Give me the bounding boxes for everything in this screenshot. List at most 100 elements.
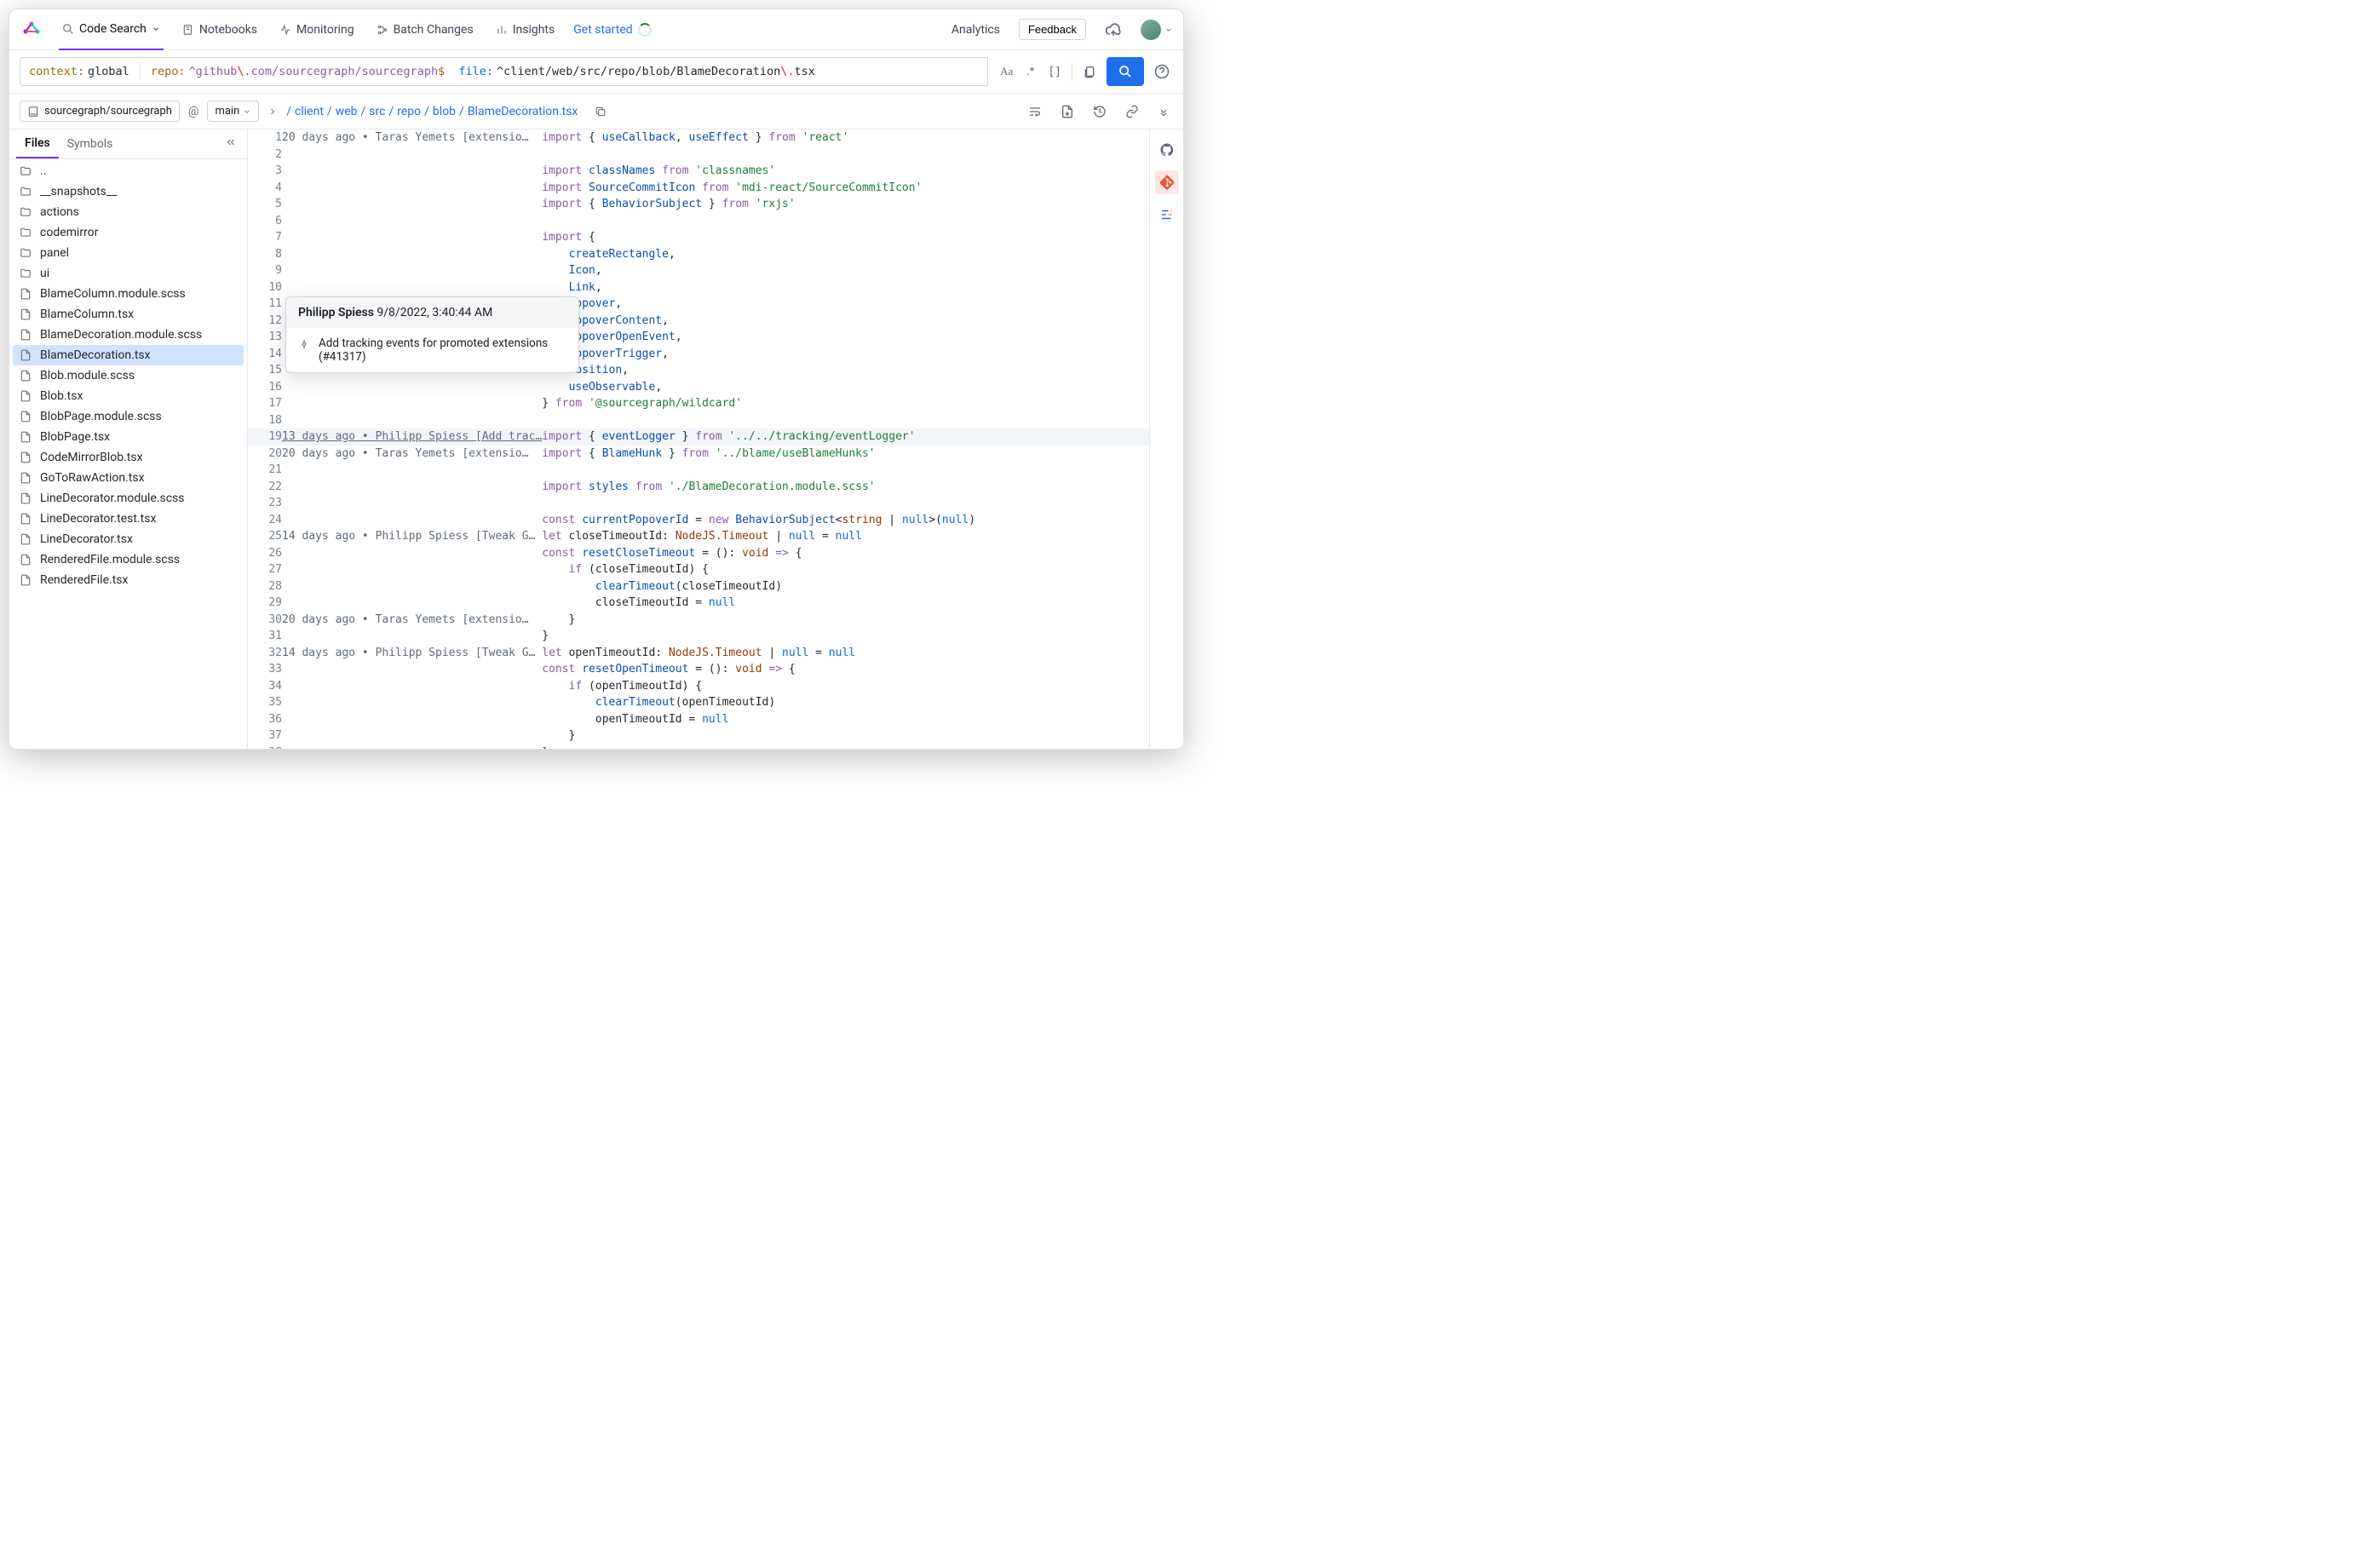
code-line[interactable]: 6 [248, 213, 1149, 230]
code-line[interactable]: 29 closeTimeoutId = null [248, 595, 1149, 612]
crumb-segment[interactable]: src [369, 105, 385, 118]
nav-notebooks[interactable]: Notebooks [179, 9, 261, 50]
code-line[interactable]: 22import styles from './BlameDecoration.… [248, 479, 1149, 496]
tree-file[interactable]: BlameColumn.module.scss [9, 284, 247, 304]
cloud-sync-button[interactable] [1101, 18, 1125, 42]
collapse-panel-button[interactable] [1154, 101, 1173, 122]
tree-file[interactable]: BlobPage.tsx [9, 427, 247, 447]
tree-file[interactable]: RenderedFile.module.scss [9, 549, 247, 570]
code-line[interactable]: 23 [248, 495, 1149, 512]
history-button[interactable] [1089, 101, 1110, 122]
code-line[interactable]: 2514 days ago • Philipp Spiess [Tweak G…… [248, 528, 1149, 545]
tree-file[interactable]: CodeMirrorBlob.tsx [9, 447, 247, 468]
code-line[interactable]: 120 days ago • Taras Yemets [extensio…im… [248, 129, 1149, 147]
tree-file[interactable]: BlobPage.module.scss [9, 406, 247, 427]
code-line[interactable]: 26const resetCloseTimeout = (): void => … [248, 545, 1149, 562]
code-line[interactable]: 17} from '@sourcegraph/wildcard' [248, 395, 1149, 412]
copy-query-button[interactable] [1079, 61, 1100, 82]
line-wrap-button[interactable] [1025, 101, 1045, 122]
permalink-button[interactable] [1122, 101, 1142, 122]
tree-file[interactable]: BlameDecoration.tsx [13, 345, 244, 365]
tree-file[interactable]: GoToRawAction.tsx [9, 468, 247, 488]
blame-cell[interactable]: 20 days ago • Taras Yemets [extensio… [282, 612, 542, 629]
tree-file[interactable]: LineDecorator.tsx [9, 529, 247, 549]
code-line[interactable]: 3import classNames from 'classnames' [248, 163, 1149, 180]
code-line[interactable]: 8 createRectangle, [248, 246, 1149, 263]
search-button[interactable] [1107, 57, 1144, 86]
code-line[interactable]: 18 [248, 412, 1149, 429]
copy-path-button[interactable] [591, 102, 610, 121]
nav-get-started[interactable]: Get started [573, 23, 651, 37]
search-input[interactable]: context:global repo:^github\.com/sourceg… [20, 57, 988, 86]
code-line[interactable]: 37 } [248, 727, 1149, 745]
tree-folder[interactable]: panel [9, 243, 247, 263]
crumb-segment[interactable]: blob [433, 105, 456, 118]
crumb-segment[interactable]: BlameDecoration.tsx [468, 105, 578, 118]
repo-badge[interactable]: sourcegraph/sourcegraph [20, 101, 180, 122]
structural-toggle[interactable]: [] [1044, 62, 1065, 82]
case-sensitive-toggle[interactable]: Aa [997, 61, 1016, 82]
blame-cell[interactable]: 20 days ago • Taras Yemets [extensio… [282, 446, 542, 463]
logo[interactable] [20, 18, 43, 42]
code-line[interactable]: 2020 days ago • Taras Yemets [extensio…i… [248, 446, 1149, 463]
code-line[interactable]: 2 [248, 147, 1149, 164]
code-line[interactable]: 27 if (closeTimeoutId) { [248, 561, 1149, 578]
code-line[interactable]: 31} [248, 628, 1149, 645]
code-line[interactable]: 21 [248, 462, 1149, 479]
code-line[interactable]: 38} [248, 745, 1149, 750]
tree-folder[interactable]: ui [9, 263, 247, 284]
tree-file[interactable]: BlameDecoration.module.scss [9, 325, 247, 345]
code-line[interactable]: 34 if (openTimeoutId) { [248, 678, 1149, 695]
tree-file[interactable]: LineDecorator.module.scss [9, 488, 247, 509]
regex-toggle[interactable]: .* [1023, 62, 1038, 82]
file-tree[interactable]: ..__snapshots__actionscodemirrorpaneluiB… [9, 159, 247, 749]
nav-insights[interactable]: Insights [492, 9, 559, 50]
tab-symbols[interactable]: Symbols [59, 130, 122, 158]
blame-cell[interactable]: 20 days ago • Taras Yemets [extensio… [282, 129, 542, 147]
crumb-segment[interactable]: repo [397, 105, 421, 118]
tree-file[interactable]: RenderedFile.tsx [9, 570, 247, 590]
code-line[interactable]: 1913 days ago • Philipp Spiess [Add trac… [248, 428, 1149, 446]
user-menu[interactable] [1141, 20, 1173, 40]
nav-analytics[interactable]: Analytics [948, 9, 1003, 50]
blame-cell[interactable]: 14 days ago • Philipp Spiess [Tweak G… [282, 528, 542, 545]
code-line[interactable]: 7import { [248, 229, 1149, 246]
code-line[interactable]: 3214 days ago • Philipp Spiess [Tweak G…… [248, 645, 1149, 662]
tree-folder[interactable]: .. [9, 161, 247, 181]
nav-batch-changes[interactable]: Batch Changes [373, 9, 477, 50]
code-scroll[interactable]: 120 days ago • Taras Yemets [extensio…im… [248, 129, 1149, 749]
code-line[interactable]: 9 Icon, [248, 262, 1149, 279]
code-line[interactable]: 24const currentPopoverId = new BehaviorS… [248, 512, 1149, 529]
code-line[interactable]: 35 clearTimeout(openTimeoutId) [248, 694, 1149, 711]
code-line[interactable]: 33const resetOpenTimeout = (): void => { [248, 661, 1149, 678]
code-line[interactable]: 4import SourceCommitIcon from 'mdi-react… [248, 180, 1149, 197]
code-line[interactable]: 3020 days ago • Taras Yemets [extensio… … [248, 612, 1149, 629]
feedback-button[interactable]: Feedback [1019, 19, 1086, 40]
branch-selector[interactable]: main [207, 101, 259, 122]
nav-code-search[interactable]: Code Search [59, 9, 164, 50]
git-blame-button[interactable] [1155, 170, 1179, 194]
raw-button[interactable] [1057, 101, 1078, 122]
tree-folder[interactable]: actions [9, 202, 247, 222]
code-line[interactable]: 5import { BehaviorSubject } from 'rxjs' [248, 196, 1149, 213]
tree-file[interactable]: Blob.tsx [9, 386, 247, 406]
tab-files[interactable]: Files [16, 129, 59, 158]
extensions-button[interactable] [1155, 203, 1179, 227]
tree-file[interactable]: BlameColumn.tsx [9, 304, 247, 325]
code-line[interactable]: 10 Link, [248, 279, 1149, 296]
tree-folder[interactable]: __snapshots__ [9, 181, 247, 202]
code-line[interactable]: 28 clearTimeout(closeTimeoutId) [248, 578, 1149, 595]
tree-file[interactable]: Blob.module.scss [9, 365, 247, 386]
collapse-sidebar-button[interactable] [221, 133, 240, 155]
blame-link[interactable]: 13 days ago • Philipp Spiess [Add trac… [282, 430, 542, 443]
blame-cell[interactable]: 14 days ago • Philipp Spiess [Tweak G… [282, 645, 542, 662]
tree-file[interactable]: LineDecorator.test.tsx [9, 509, 247, 529]
crumb-segment[interactable]: web [336, 105, 358, 118]
blame-cell[interactable]: 13 days ago • Philipp Spiess [Add trac… [282, 428, 542, 446]
tree-folder[interactable]: codemirror [9, 222, 247, 243]
github-button[interactable] [1155, 138, 1179, 162]
code-line[interactable]: 16 useObservable, [248, 379, 1149, 396]
help-button[interactable] [1151, 60, 1173, 83]
nav-monitoring[interactable]: Monitoring [276, 9, 358, 50]
crumb-segment[interactable]: client [295, 105, 324, 118]
